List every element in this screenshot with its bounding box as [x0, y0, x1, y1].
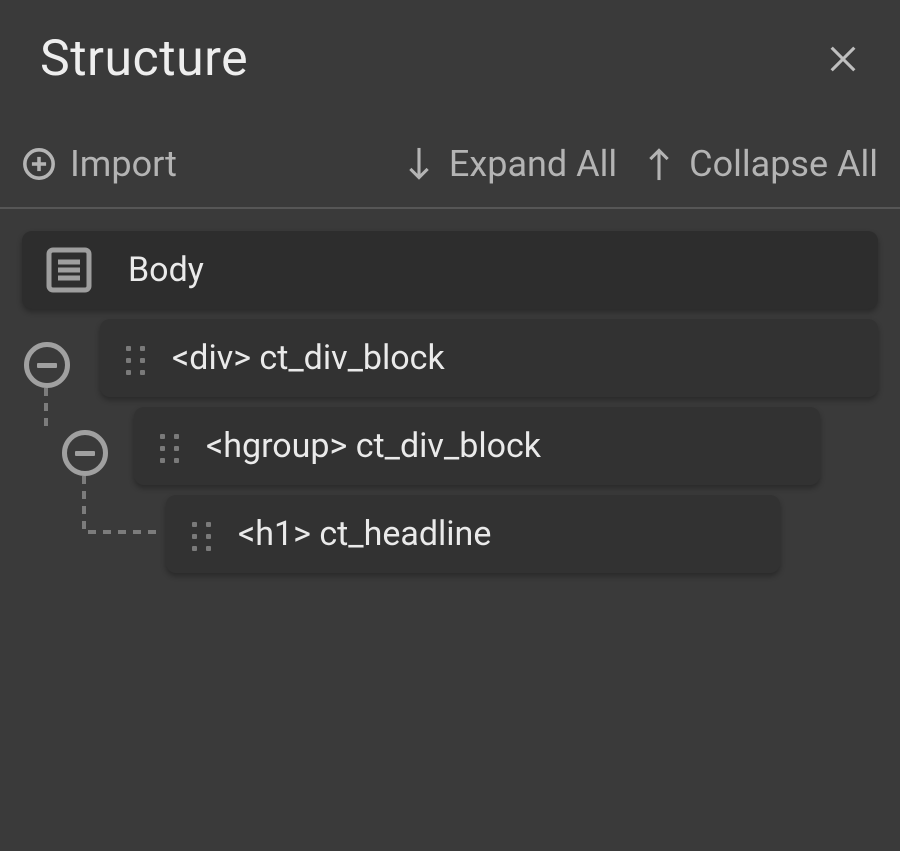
- plus-circle-icon: [22, 147, 56, 181]
- panel-header: Structure: [0, 0, 900, 123]
- toolbar: Import Expand All Collapse All: [0, 123, 900, 209]
- import-button[interactable]: Import: [22, 143, 177, 185]
- arrow-up-icon: [643, 143, 675, 185]
- tree-node-div[interactable]: <div> ct_div_block: [100, 319, 878, 397]
- node-label: Body: [128, 250, 204, 290]
- drag-handle-icon[interactable]: [158, 432, 182, 460]
- structure-tree: Body <div> ct_div_block <hgroup> ct_div_…: [0, 231, 900, 573]
- node-label: <h1> ct_headline: [238, 514, 491, 554]
- panel-title: Structure: [40, 30, 248, 88]
- collapse-toggle[interactable]: [62, 430, 108, 476]
- body-icon: [46, 247, 92, 293]
- drag-handle-icon[interactable]: [190, 520, 214, 548]
- import-label: Import: [70, 143, 177, 185]
- minus-icon: [37, 363, 57, 368]
- expand-all-label: Expand All: [449, 143, 617, 185]
- tree-node-body[interactable]: Body: [22, 231, 878, 309]
- drag-handle-icon[interactable]: [124, 344, 148, 372]
- close-icon: [826, 42, 860, 76]
- arrow-down-icon: [403, 143, 435, 185]
- node-label: <div> ct_div_block: [172, 338, 445, 378]
- collapse-toggle[interactable]: [24, 342, 70, 388]
- minus-icon: [75, 451, 95, 456]
- collapse-all-button[interactable]: Collapse All: [643, 143, 878, 185]
- node-label: <hgroup> ct_div_block: [206, 426, 541, 466]
- tree-node-h1[interactable]: <h1> ct_headline: [166, 495, 780, 573]
- collapse-all-label: Collapse All: [689, 143, 878, 185]
- tree-connector: [82, 476, 162, 534]
- close-button[interactable]: [826, 42, 860, 76]
- tree-connector: [44, 388, 48, 428]
- tree-node-hgroup[interactable]: <hgroup> ct_div_block: [134, 407, 820, 485]
- expand-all-button[interactable]: Expand All: [403, 143, 617, 185]
